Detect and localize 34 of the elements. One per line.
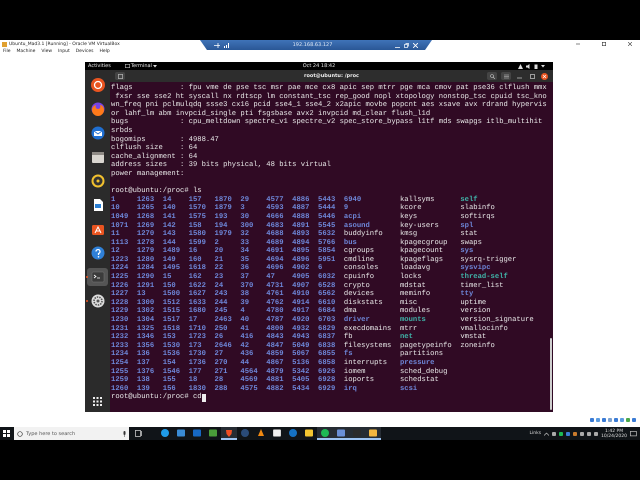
text-cursor — [202, 394, 206, 402]
search-icon — [17, 430, 23, 436]
taskbar-app[interactable] — [365, 427, 381, 440]
new-tab-button[interactable] — [115, 72, 125, 80]
microphone-icon[interactable] — [123, 430, 126, 436]
signal-icon — [224, 42, 230, 48]
battery-icon[interactable] — [534, 64, 538, 68]
speaker-icon — [90, 174, 104, 188]
notification-icon[interactable] — [630, 430, 637, 436]
caret-icon — [152, 64, 157, 68]
chevron-up-icon[interactable] — [544, 432, 550, 436]
app-grid-icon[interactable] — [93, 397, 102, 406]
restore-icon[interactable] — [602, 42, 606, 46]
menu-button[interactable] — [501, 72, 511, 80]
scrollbar-thumb[interactable] — [550, 338, 552, 410]
pin-icon[interactable] — [214, 42, 220, 48]
minimize-icon[interactable] — [576, 42, 580, 46]
maximize-icon[interactable] — [528, 74, 537, 78]
taskbar-app[interactable] — [317, 427, 333, 440]
search-button[interactable] — [487, 72, 497, 80]
app-icon — [2, 42, 7, 46]
window-icon — [124, 64, 130, 68]
settings-icon — [90, 294, 104, 308]
fox-globe-icon — [90, 102, 104, 116]
bird-mail-icon — [90, 126, 104, 140]
close-icon[interactable] — [628, 42, 632, 46]
task-view-icon[interactable] — [135, 430, 143, 437]
taskbar-app[interactable] — [221, 427, 237, 440]
start-icon[interactable] — [3, 430, 10, 437]
terminal-icon — [90, 270, 104, 284]
ubuntu-logo-icon — [90, 78, 104, 92]
caret-icon[interactable] — [541, 64, 545, 68]
help-icon — [90, 246, 104, 260]
terminal-body[interactable] — [110, 82, 553, 412]
